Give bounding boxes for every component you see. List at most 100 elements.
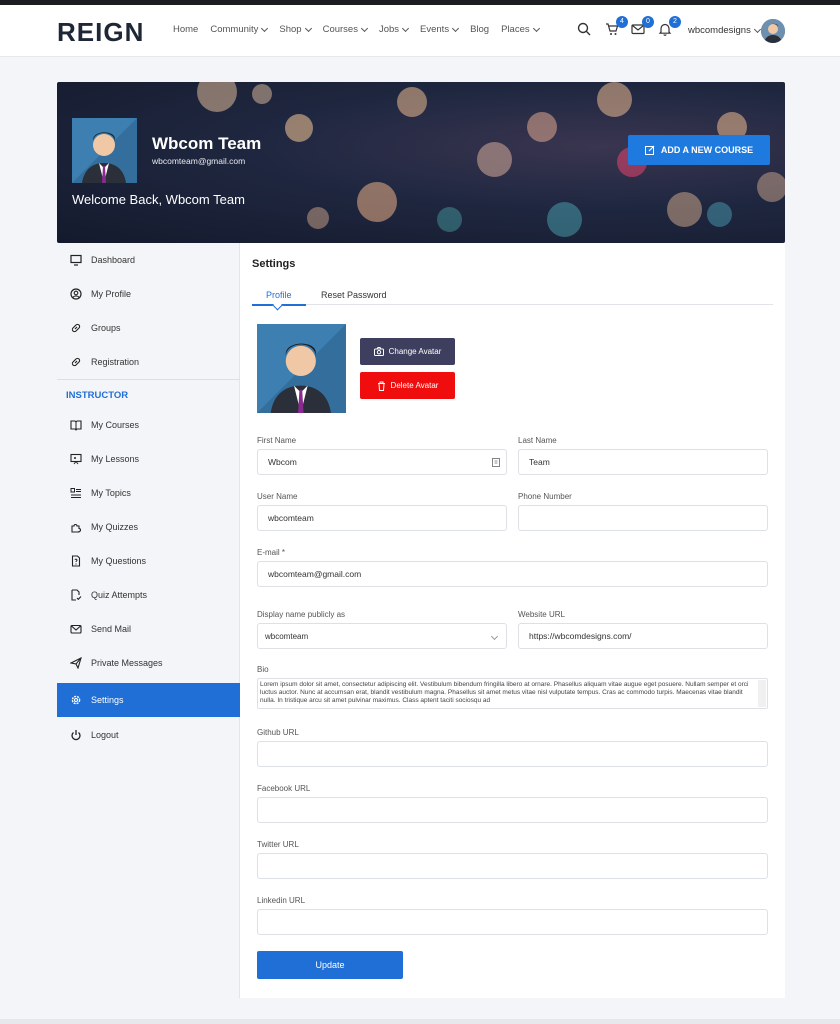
sidebar-item-logout[interactable]: Logout xyxy=(57,718,240,752)
chevron-down-icon xyxy=(753,25,761,33)
linkedin-field[interactable] xyxy=(257,909,768,935)
sidebar-item-label: My Questions xyxy=(91,556,147,566)
bokeh-light xyxy=(707,202,732,227)
link-icon xyxy=(70,356,82,368)
settings-panel: Settings Profile Reset Password Change A… xyxy=(240,243,785,998)
phone-field[interactable] xyxy=(518,505,768,531)
cart-icon[interactable]: 4 xyxy=(605,16,628,38)
first-name-value: Wbcom xyxy=(268,457,297,467)
add-course-button[interactable]: ADD A NEW COURSE xyxy=(628,135,770,165)
sidebar-item-groups[interactable]: Groups xyxy=(57,311,240,345)
chevron-down-icon xyxy=(452,24,460,32)
mail-icon[interactable]: 0 xyxy=(631,16,654,38)
nav-community-label: Community xyxy=(210,24,259,35)
nav-places-label: Places xyxy=(501,24,530,35)
sidebar-item-my-profile[interactable]: My Profile xyxy=(57,277,240,311)
website-field[interactable]: https://wbcomdesigns.com/ xyxy=(518,623,768,649)
book-icon xyxy=(70,419,82,431)
bio-label: Bio xyxy=(257,665,269,674)
bell-icon[interactable]: 2 xyxy=(658,16,681,38)
website-label: Website URL xyxy=(518,610,565,619)
send-icon xyxy=(70,657,82,669)
chevron-down-icon xyxy=(360,24,368,32)
site-logo[interactable]: REIGN xyxy=(57,19,144,45)
chevron-down-icon xyxy=(532,24,540,32)
nav-community[interactable]: Community xyxy=(210,24,269,35)
chevron-down-icon xyxy=(401,24,410,32)
chevron-down-icon xyxy=(304,24,312,32)
sidebar-item-my-courses[interactable]: My Courses xyxy=(57,408,240,442)
display-name-select[interactable]: wbcomteam xyxy=(257,623,507,649)
nav-events[interactable]: Events xyxy=(420,24,460,35)
facebook-label: Facebook URL xyxy=(257,784,311,793)
sidebar-item-label: My Lessons xyxy=(91,454,140,464)
bio-scrollbar[interactable] xyxy=(758,680,766,707)
twitter-field[interactable] xyxy=(257,853,768,879)
bokeh-light xyxy=(252,84,272,104)
user-name-field[interactable]: wbcomteam xyxy=(257,505,507,531)
site-header: REIGN Home Community Shop Courses Jobs E… xyxy=(0,5,840,57)
bokeh-light xyxy=(477,142,512,177)
email-label: E-mail * xyxy=(257,548,286,557)
banner-user-name: Wbcom Team xyxy=(152,134,262,153)
messages-count-badge: 0 xyxy=(642,16,654,28)
nav-courses[interactable]: Courses xyxy=(323,24,368,35)
avatar[interactable] xyxy=(761,19,785,43)
update-button[interactable]: Update xyxy=(257,951,403,979)
sidebar-item-dashboard[interactable]: Dashboard xyxy=(57,243,240,277)
delete-avatar-button[interactable]: Delete Avatar xyxy=(360,372,455,399)
nav-places[interactable]: Places xyxy=(501,24,540,35)
tab-profile[interactable]: Profile xyxy=(266,290,292,300)
nav-shop[interactable]: Shop xyxy=(279,24,312,35)
user-menu[interactable]: wbcomdesigns xyxy=(688,25,761,36)
twitter-label: Twitter URL xyxy=(257,840,299,849)
phone-label: Phone Number xyxy=(518,492,572,501)
email-field[interactable]: wbcomteam@gmail.com xyxy=(257,561,768,587)
sidebar-item-registration[interactable]: Registration xyxy=(57,345,240,379)
welcome-message: Welcome Back, Wbcom Team xyxy=(72,192,245,207)
sidebar-item-my-topics[interactable]: My Topics xyxy=(57,476,240,510)
nav-jobs[interactable]: Jobs xyxy=(379,24,410,35)
first-name-label: First Name xyxy=(257,436,297,445)
tab-reset-password[interactable]: Reset Password xyxy=(321,290,387,300)
sidebar-item-private-messages[interactable]: Private Messages xyxy=(57,646,240,680)
bokeh-light xyxy=(757,172,785,202)
email-value: wbcomteam@gmail.com xyxy=(268,569,362,579)
sidebar-item-label: Dashboard xyxy=(91,255,136,265)
sidebar-item-label: My Courses xyxy=(91,420,140,430)
username-label: wbcomdesigns xyxy=(688,25,751,36)
monitor-icon xyxy=(70,254,82,266)
sidebar-item-my-quizzes[interactable]: My Quizzes xyxy=(57,510,240,544)
nav-home-label: Home xyxy=(173,24,199,35)
sidebar-item-my-questions[interactable]: My Questions xyxy=(57,544,240,578)
linkedin-label: Linkedin URL xyxy=(257,896,306,905)
nav-events-label: Events xyxy=(420,24,450,35)
sidebar-item-quiz-attempts[interactable]: Quiz Attempts xyxy=(57,578,240,612)
sidebar-divider xyxy=(57,379,240,380)
change-avatar-button[interactable]: Change Avatar xyxy=(360,338,455,365)
file-check-icon xyxy=(70,589,82,601)
sidebar-item-send-mail[interactable]: Send Mail xyxy=(57,612,240,646)
notifications-count-badge: 2 xyxy=(669,16,681,28)
nav-home[interactable]: Home xyxy=(173,24,198,35)
question-file-icon xyxy=(70,555,82,567)
edit-icon xyxy=(644,145,655,155)
footer-strip xyxy=(0,1019,840,1024)
search-icon[interactable] xyxy=(577,22,593,38)
sidebar-item-label: My Topics xyxy=(91,488,131,498)
sidebar-item-my-lessons[interactable]: My Lessons xyxy=(57,442,240,476)
last-name-value: Team xyxy=(529,457,550,467)
bio-textarea[interactable]: Lorem ipsum dolor sit amet, consectetur … xyxy=(257,678,768,709)
last-name-field[interactable]: Team xyxy=(518,449,768,475)
chevron-down-icon xyxy=(261,24,269,32)
display-name-value: wbcomteam xyxy=(265,631,309,641)
delete-avatar-label: Delete Avatar xyxy=(390,381,439,390)
last-name-label: Last Name xyxy=(518,436,557,445)
first-name-field[interactable]: Wbcom xyxy=(257,449,507,475)
website-value: https://wbcomdesigns.com/ xyxy=(529,631,632,641)
sidebar-item-settings[interactable]: Settings xyxy=(57,683,240,717)
banner-avatar xyxy=(72,118,137,183)
facebook-field[interactable] xyxy=(257,797,768,823)
nav-blog[interactable]: Blog xyxy=(470,24,489,35)
github-field[interactable] xyxy=(257,741,768,767)
